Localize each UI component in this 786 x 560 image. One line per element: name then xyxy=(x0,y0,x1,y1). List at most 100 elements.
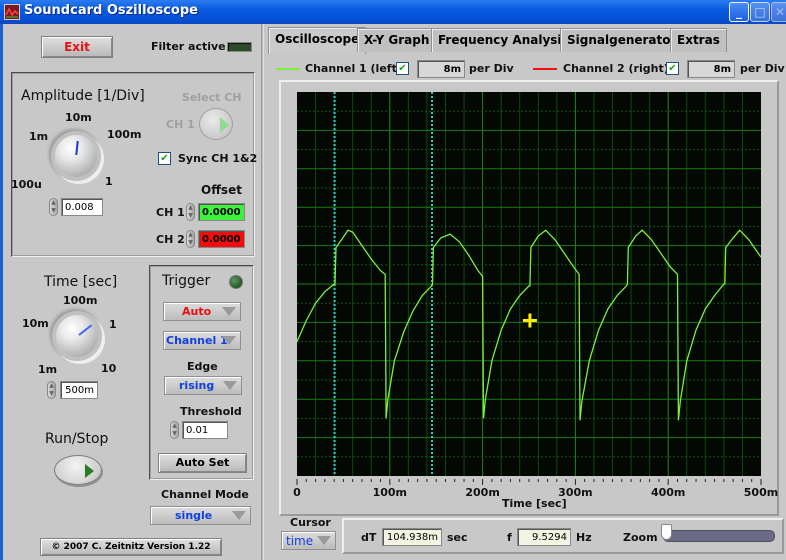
channel2-label: Channel 2 (right) xyxy=(563,62,669,75)
trigger-mode-value: Auto xyxy=(182,305,212,318)
channel2-checkbox[interactable]: ✔ xyxy=(666,62,679,75)
app-icon xyxy=(4,4,20,20)
exit-label: Exit xyxy=(64,40,90,54)
trigger-source-dropdown[interactable]: Channel 1 xyxy=(163,331,241,350)
sync-label: Sync CH 1&2 xyxy=(178,152,258,165)
threshold-input[interactable] xyxy=(182,421,228,439)
chevron-down-icon xyxy=(222,336,236,345)
amp-label-1m: 1m xyxy=(29,130,49,143)
time-label-10m: 10m xyxy=(22,317,49,330)
cursor-mode-dropdown[interactable]: time xyxy=(281,531,336,550)
tab-label: Signalgenerator xyxy=(567,33,677,47)
f-label: f xyxy=(507,531,512,544)
dt-unit: sec xyxy=(447,531,468,544)
tab-signalgenerator[interactable]: Signalgenerator xyxy=(560,28,684,52)
time-input[interactable] xyxy=(60,381,98,399)
exit-button[interactable]: Exit xyxy=(41,36,113,58)
channel1-per-div-label: per Div xyxy=(469,62,514,75)
select-ch-label: CH 1 xyxy=(166,118,195,131)
zoom-slider-thumb[interactable] xyxy=(661,524,672,540)
dt-value xyxy=(382,528,442,546)
dt-label: dT xyxy=(361,531,377,544)
x-tick-label: 0 xyxy=(293,486,301,499)
x-tick-label: 400m xyxy=(651,486,685,499)
threshold-spinner[interactable]: ▲ ▼ xyxy=(170,421,179,439)
panel-divider xyxy=(261,24,264,560)
time-label-100m: 100m xyxy=(63,294,98,307)
x-tick-label: 200m xyxy=(465,486,499,499)
minimize-icon: _ xyxy=(736,5,742,19)
offset-ch2-input[interactable] xyxy=(198,230,245,248)
time-knob-pointer xyxy=(78,324,93,336)
x-axis: 0 100m 200m 300m 400m 500m xyxy=(293,479,778,499)
window-title: Soundcard Oszilloscope xyxy=(24,3,198,18)
tab-xy-graph[interactable]: X-Y Graph xyxy=(357,28,437,52)
oscilloscope-plot[interactable] xyxy=(297,92,761,476)
offset-ch1-spinner[interactable]: ▲ ▼ xyxy=(186,203,195,221)
f-unit: Hz xyxy=(576,531,592,544)
f-value xyxy=(517,528,571,546)
minimize-button[interactable]: _ xyxy=(729,2,749,22)
time-label-1m: 1m xyxy=(38,363,58,376)
select-ch-title: Select CH xyxy=(182,91,242,104)
trigger-mode-dropdown[interactable]: Auto xyxy=(163,302,241,321)
channel-mode-dropdown[interactable]: single xyxy=(150,506,251,525)
cursor-label: Cursor xyxy=(290,516,331,529)
oscilloscope-window: Soundcard Oszilloscope _ □ ✕ Exit Filter… xyxy=(0,0,786,560)
channel1-checkbox[interactable]: ✔ xyxy=(396,62,409,75)
channel1-per-div-input[interactable] xyxy=(417,60,465,78)
auto-set-button[interactable]: Auto Set xyxy=(158,453,247,473)
close-button[interactable]: ✕ xyxy=(771,2,786,22)
run-stop-button[interactable] xyxy=(54,455,102,485)
amp-label-1: 1 xyxy=(105,175,113,188)
channel-mode-label: Channel Mode xyxy=(161,488,249,501)
amplitude-knob[interactable] xyxy=(55,135,97,177)
copyright-box: © 2007 C. Zeitnitz Version 1.22 xyxy=(40,538,222,556)
tab-frequency-analysis[interactable]: Frequency Analysis xyxy=(431,28,576,52)
channel-mode-value: single xyxy=(175,509,213,522)
filter-active-label: Filter active xyxy=(151,40,226,53)
trigger-led xyxy=(229,275,243,289)
offset-title: Offset xyxy=(201,183,242,197)
play-icon xyxy=(85,464,94,478)
time-knob[interactable] xyxy=(56,315,98,357)
offset-ch1-label: CH 1 xyxy=(156,206,185,219)
maximize-button[interactable]: □ xyxy=(750,2,770,22)
offset-ch2-spinner[interactable]: ▲ ▼ xyxy=(186,230,195,248)
x-tick-label: 100m xyxy=(373,486,407,499)
zoom-slider-track[interactable] xyxy=(663,530,775,542)
maximize-icon: □ xyxy=(754,5,766,19)
offset-ch1-input[interactable] xyxy=(198,203,245,221)
sync-checkbox[interactable]: ✔ xyxy=(158,152,171,165)
edge-dropdown[interactable]: rising xyxy=(164,376,242,395)
x-axis-label: Time [sec] xyxy=(502,497,567,510)
amplitude-knob-pointer xyxy=(75,140,79,156)
select-ch-button[interactable] xyxy=(199,108,233,140)
time-spinner[interactable]: ▲ ▼ xyxy=(47,381,56,399)
filter-led xyxy=(227,42,252,52)
tab-label: Frequency Analysis xyxy=(438,33,569,47)
cursor-mode-value: time xyxy=(286,534,314,548)
title-bar[interactable]: Soundcard Oszilloscope _ □ ✕ xyxy=(0,0,786,24)
run-stop-label: Run/Stop xyxy=(45,431,109,447)
zoom-label: Zoom xyxy=(623,531,658,544)
channel1-label: Channel 1 (left) xyxy=(305,62,402,75)
amplitude-spinner[interactable]: ▲ ▼ xyxy=(49,198,58,216)
amplitude-input[interactable] xyxy=(61,198,103,216)
time-label-10: 10 xyxy=(101,362,117,375)
time-label-1: 1 xyxy=(109,318,117,331)
channel1-legend-line xyxy=(276,68,300,70)
threshold-label: Threshold xyxy=(180,405,242,418)
tab-oscilloscope[interactable]: Oscilloscope xyxy=(268,27,367,54)
amplitude-title: Amplitude [1/Div] xyxy=(21,88,145,104)
edge-label: Edge xyxy=(187,360,218,373)
auto-set-label: Auto Set xyxy=(175,456,230,469)
tab-extras[interactable]: Extras xyxy=(670,28,727,52)
amp-label-100u: 100u xyxy=(11,178,42,191)
amp-label-100m: 100m xyxy=(107,128,142,141)
chevron-down-icon xyxy=(222,307,236,316)
select-ch-arrow-icon xyxy=(220,117,229,133)
time-title: Time [sec] xyxy=(44,274,118,290)
channel2-per-div-input[interactable] xyxy=(687,60,735,78)
edge-value: rising xyxy=(179,379,215,392)
